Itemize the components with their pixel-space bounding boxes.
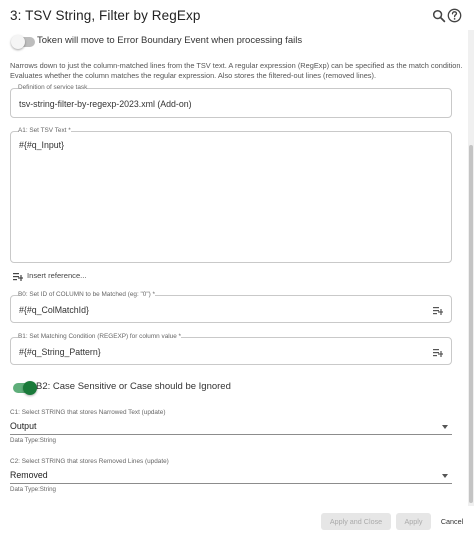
- b0-column-id-field[interactable]: B0: Set ID of COLUMN to be Matched (eg: …: [10, 291, 452, 323]
- definition-label: Definition of service task: [18, 84, 88, 91]
- c1-selected-value: Output: [10, 421, 37, 431]
- scrollbar-thumb[interactable]: [469, 145, 473, 503]
- b1-regexp-field[interactable]: B1: Set Matching Condition (REGEXP) for …: [10, 333, 452, 365]
- b1-insert-reference-icon[interactable]: [433, 348, 443, 357]
- c1-underline: [10, 434, 452, 435]
- c1-dropdown-arrow-icon[interactable]: [442, 425, 448, 429]
- toggle-knob: [23, 381, 37, 395]
- apply-and-close-button[interactable]: Apply and Close: [321, 513, 391, 530]
- c2-dropdown-arrow-icon[interactable]: [442, 474, 448, 478]
- b2-case-toggle[interactable]: [13, 381, 37, 395]
- a1-tsv-text-textarea[interactable]: A1: Set TSV Text * #{#q_Input}: [10, 127, 452, 263]
- b2-label: B2: Case Sensitive or Case should be Ign…: [36, 381, 231, 392]
- cancel-button[interactable]: Cancel: [437, 513, 467, 530]
- task-description: Narrows down to just the column-matched …: [10, 61, 463, 81]
- dialog-title: 3: TSV String, Filter by RegExp: [10, 8, 201, 23]
- b0-insert-reference-icon[interactable]: [433, 306, 443, 315]
- b0-value: #{#q_ColMatchId}: [19, 305, 89, 315]
- c2-help-text: Data Type:String: [10, 486, 56, 493]
- apply-button[interactable]: Apply: [396, 513, 431, 530]
- c2-selected-value: Removed: [10, 470, 48, 480]
- b1-value: #{#q_String_Pattern}: [19, 347, 101, 357]
- b1-label: B1: Set Matching Condition (REGEXP) for …: [18, 333, 182, 340]
- definition-value: tsv-string-filter-by-regexp-2023.xml (Ad…: [19, 99, 192, 109]
- insert-reference-link[interactable]: Insert reference...: [27, 271, 87, 280]
- dialog-header: 3: TSV String, Filter by RegExp: [0, 0, 474, 32]
- c1-help-text: Data Type:String: [10, 437, 56, 444]
- c2-underline: [10, 483, 452, 484]
- a1-value: #{#q_Input}: [19, 140, 65, 150]
- b0-label: B0: Set ID of COLUMN to be Matched (eg: …: [18, 291, 156, 298]
- help-icon[interactable]: [447, 8, 462, 23]
- error-boundary-toggle[interactable]: [11, 35, 35, 49]
- search-icon[interactable]: [432, 9, 446, 23]
- error-boundary-label: Token will move to Error Boundary Event …: [37, 35, 303, 46]
- a1-label: A1: Set TSV Text *: [18, 127, 71, 134]
- c2-label: C2: Select STRING that stores Removed Li…: [10, 458, 169, 465]
- c1-label: C1: Select STRING that stores Narrowed T…: [10, 409, 166, 416]
- insert-reference-icon[interactable]: [13, 272, 23, 281]
- toggle-knob: [11, 35, 25, 49]
- definition-field[interactable]: Definition of service task tsv-string-fi…: [10, 84, 452, 118]
